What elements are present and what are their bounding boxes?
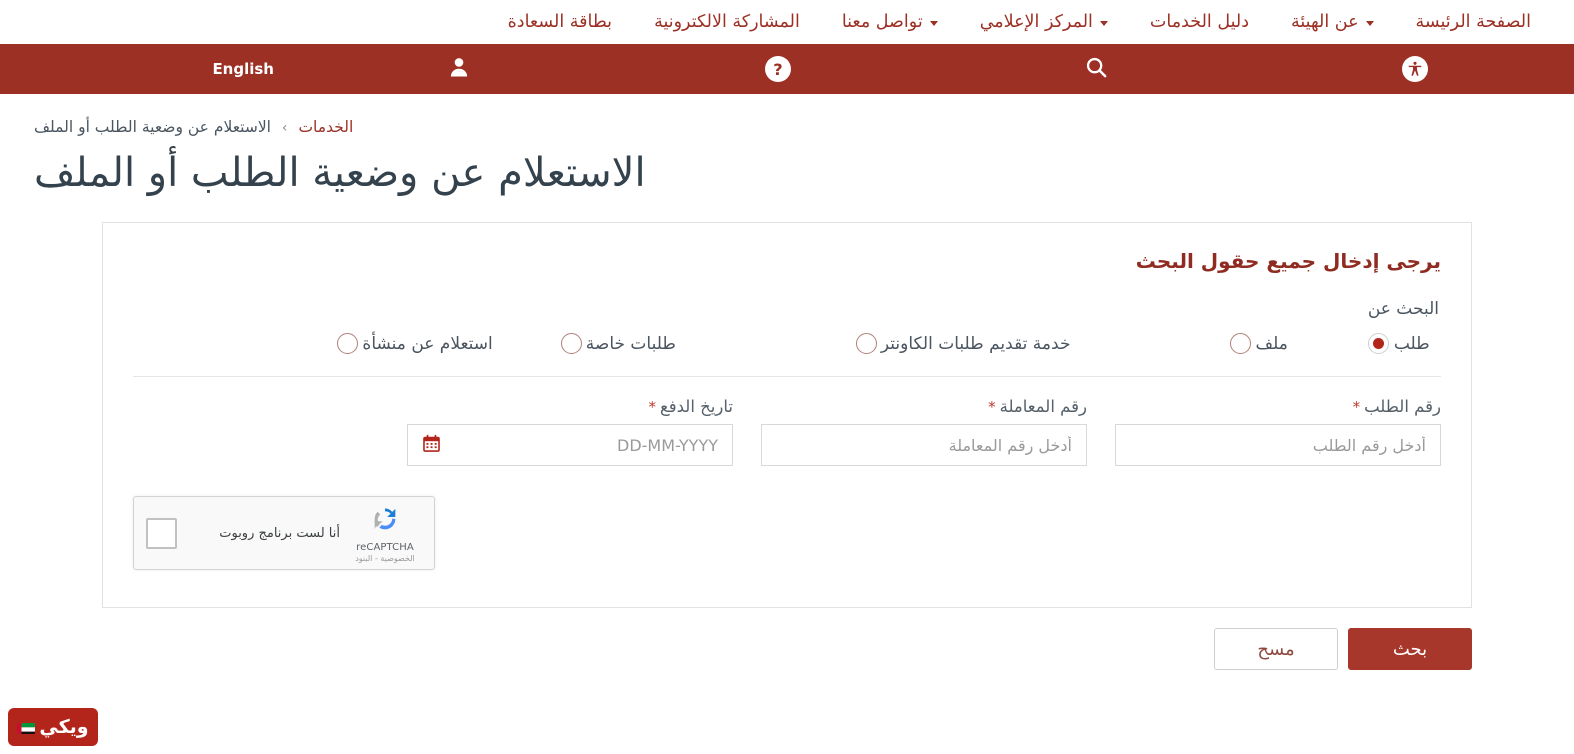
field-label: رقم المعاملة* — [761, 397, 1087, 416]
nav-item-label: المركز الإعلامي — [979, 12, 1093, 32]
search-button[interactable] — [937, 44, 1256, 94]
search-for-label-wrap: البحث عن طلب — [1367, 299, 1441, 354]
clear-button[interactable]: مسح — [1214, 628, 1338, 670]
search-type-radio-group: البحث عن طلب ملف خدمة تقديم طلبات الكاون… — [133, 299, 1441, 377]
nav-item-label: الصفحة الرئيسة — [1415, 12, 1531, 32]
chevron-down-icon — [929, 20, 938, 26]
help-icon: ? — [764, 56, 791, 82]
user-icon — [447, 55, 471, 83]
search-for-label: البحث عن — [1367, 299, 1439, 319]
uae-flag-icon — [17, 721, 36, 734]
nav-item-home[interactable]: الصفحة الرئيسة — [1395, 0, 1552, 44]
payment-date-input[interactable] — [451, 425, 718, 465]
search-form-card: يرجى إدخال جميع حقول البحث البحث عن طلب … — [102, 222, 1472, 608]
field-label-text: رقم المعاملة — [999, 397, 1087, 416]
field-label: رقم الطلب* — [1115, 397, 1441, 416]
transaction-number-input-wrap[interactable] — [761, 424, 1087, 466]
radio-label: خدمة تقديم طلبات الكاونتر — [880, 333, 1071, 354]
search-icon — [1084, 55, 1109, 84]
recaptcha-brand-name: reCAPTCHA — [356, 542, 414, 553]
language-switcher[interactable]: English — [0, 44, 300, 94]
nav-item-contact-us[interactable]: تواصل معنا — [821, 0, 959, 44]
nav-item-label: تواصل معنا — [841, 12, 923, 32]
breadcrumb-separator: › — [281, 120, 288, 136]
watermark-text: ويكي — [39, 716, 89, 738]
field-label-text: رقم الطلب — [1364, 397, 1441, 416]
breadcrumb: الخدمات › الاستعلام عن وضعية الطلب أو ال… — [34, 94, 1540, 136]
radio-indicator — [337, 333, 359, 354]
radio-indicator — [1367, 333, 1389, 354]
radio-indicator — [560, 333, 582, 354]
recaptcha-logo-icon — [369, 503, 401, 539]
nav-item-media-center[interactable]: المركز الإعلامي — [959, 0, 1129, 44]
radio-option-special-requests[interactable]: طلبات خاصة — [560, 333, 678, 354]
form-actions: بحث مسح — [102, 628, 1472, 670]
form-heading: يرجى إدخال جميع حقول البحث — [1135, 249, 1441, 273]
recaptcha-brand: reCAPTCHA الخصوصية - البنود — [348, 503, 422, 563]
radio-option-request[interactable]: طلب — [1367, 333, 1430, 354]
required-asterisk: * — [648, 398, 656, 416]
chevron-down-icon — [1365, 20, 1374, 26]
field-transaction-number: رقم المعاملة* — [761, 397, 1087, 466]
radio-option-establishment-inquiry[interactable]: استعلام عن منشأة — [337, 333, 494, 354]
nav-item-label: بطاقة السعادة — [507, 12, 613, 32]
accessibility-button[interactable] — [1256, 44, 1574, 94]
radio-indicator — [1230, 333, 1252, 354]
recaptcha-label: أنا لست برنامج روبوت — [219, 525, 340, 541]
nav-item-services-guide[interactable]: دليل الخدمات — [1129, 0, 1270, 44]
field-label: تاريخ الدفع* — [407, 397, 733, 416]
chevron-down-icon — [1099, 20, 1108, 26]
field-request-number: رقم الطلب* — [1115, 397, 1441, 466]
recaptcha-checkbox[interactable] — [146, 517, 177, 549]
field-payment-date: تاريخ الدفع* — [407, 397, 733, 466]
calendar-icon[interactable] — [422, 434, 441, 457]
radio-label: طلب — [1393, 333, 1430, 354]
request-number-input-wrap[interactable] — [1115, 424, 1441, 466]
request-number-input[interactable] — [1130, 425, 1426, 465]
recaptcha-widget[interactable]: أنا لست برنامج روبوت reCAPTCHA الخصوصية … — [133, 496, 435, 570]
top-navigation: الصفحة الرئيسة عن الهيئة دليل الخدمات ال… — [0, 0, 1574, 44]
nav-item-label: دليل الخدمات — [1149, 12, 1249, 32]
breadcrumb-link-services[interactable]: الخدمات — [298, 118, 353, 136]
radio-label: استعلام عن منشأة — [362, 333, 493, 354]
payment-date-input-wrap[interactable] — [407, 424, 733, 466]
radio-indicator — [855, 333, 877, 354]
watermark-logo: ويكي — [8, 708, 98, 746]
search-button[interactable]: بحث — [1348, 628, 1472, 670]
page-content: الخدمات › الاستعلام عن وضعية الطلب أو ال… — [0, 94, 1574, 670]
page-title: الاستعلام عن وضعية الطلب أو الملف — [34, 150, 646, 196]
recaptcha-privacy-terms[interactable]: الخصوصية - البنود — [355, 554, 415, 563]
form-fields-row: رقم الطلب* رقم المعاملة* تاريخ الدفع* — [133, 377, 1441, 466]
radio-label: طلبات خاصة — [585, 333, 676, 354]
nav-item-about[interactable]: عن الهيئة — [1270, 0, 1395, 44]
nav-item-eparticipation[interactable]: المشاركة الالكترونية — [633, 0, 821, 44]
required-asterisk: * — [1352, 398, 1361, 416]
utility-bar: ? English — [0, 44, 1574, 94]
radio-option-counter-service[interactable]: خدمة تقديم طلبات الكاونتر — [855, 333, 1073, 354]
user-account-button[interactable] — [300, 44, 619, 94]
svg-text:?: ? — [773, 60, 782, 79]
required-asterisk: * — [988, 398, 996, 416]
radio-label: ملف — [1255, 333, 1288, 354]
radio-option-file[interactable]: ملف — [1230, 333, 1289, 354]
transaction-number-input[interactable] — [776, 425, 1072, 465]
field-label-text: تاريخ الدفع — [659, 397, 733, 416]
nav-item-label: عن الهيئة — [1291, 12, 1359, 32]
recaptcha-row: أنا لست برنامج روبوت reCAPTCHA الخصوصية … — [133, 466, 1441, 570]
breadcrumb-current: الاستعلام عن وضعية الطلب أو الملف — [34, 118, 271, 136]
nav-item-label: المشاركة الالكترونية — [654, 12, 800, 32]
accessibility-icon — [1401, 56, 1428, 82]
help-button[interactable]: ? — [619, 44, 938, 94]
nav-item-happiness-card[interactable]: بطاقة السعادة — [487, 0, 633, 44]
language-label: English — [212, 60, 274, 78]
